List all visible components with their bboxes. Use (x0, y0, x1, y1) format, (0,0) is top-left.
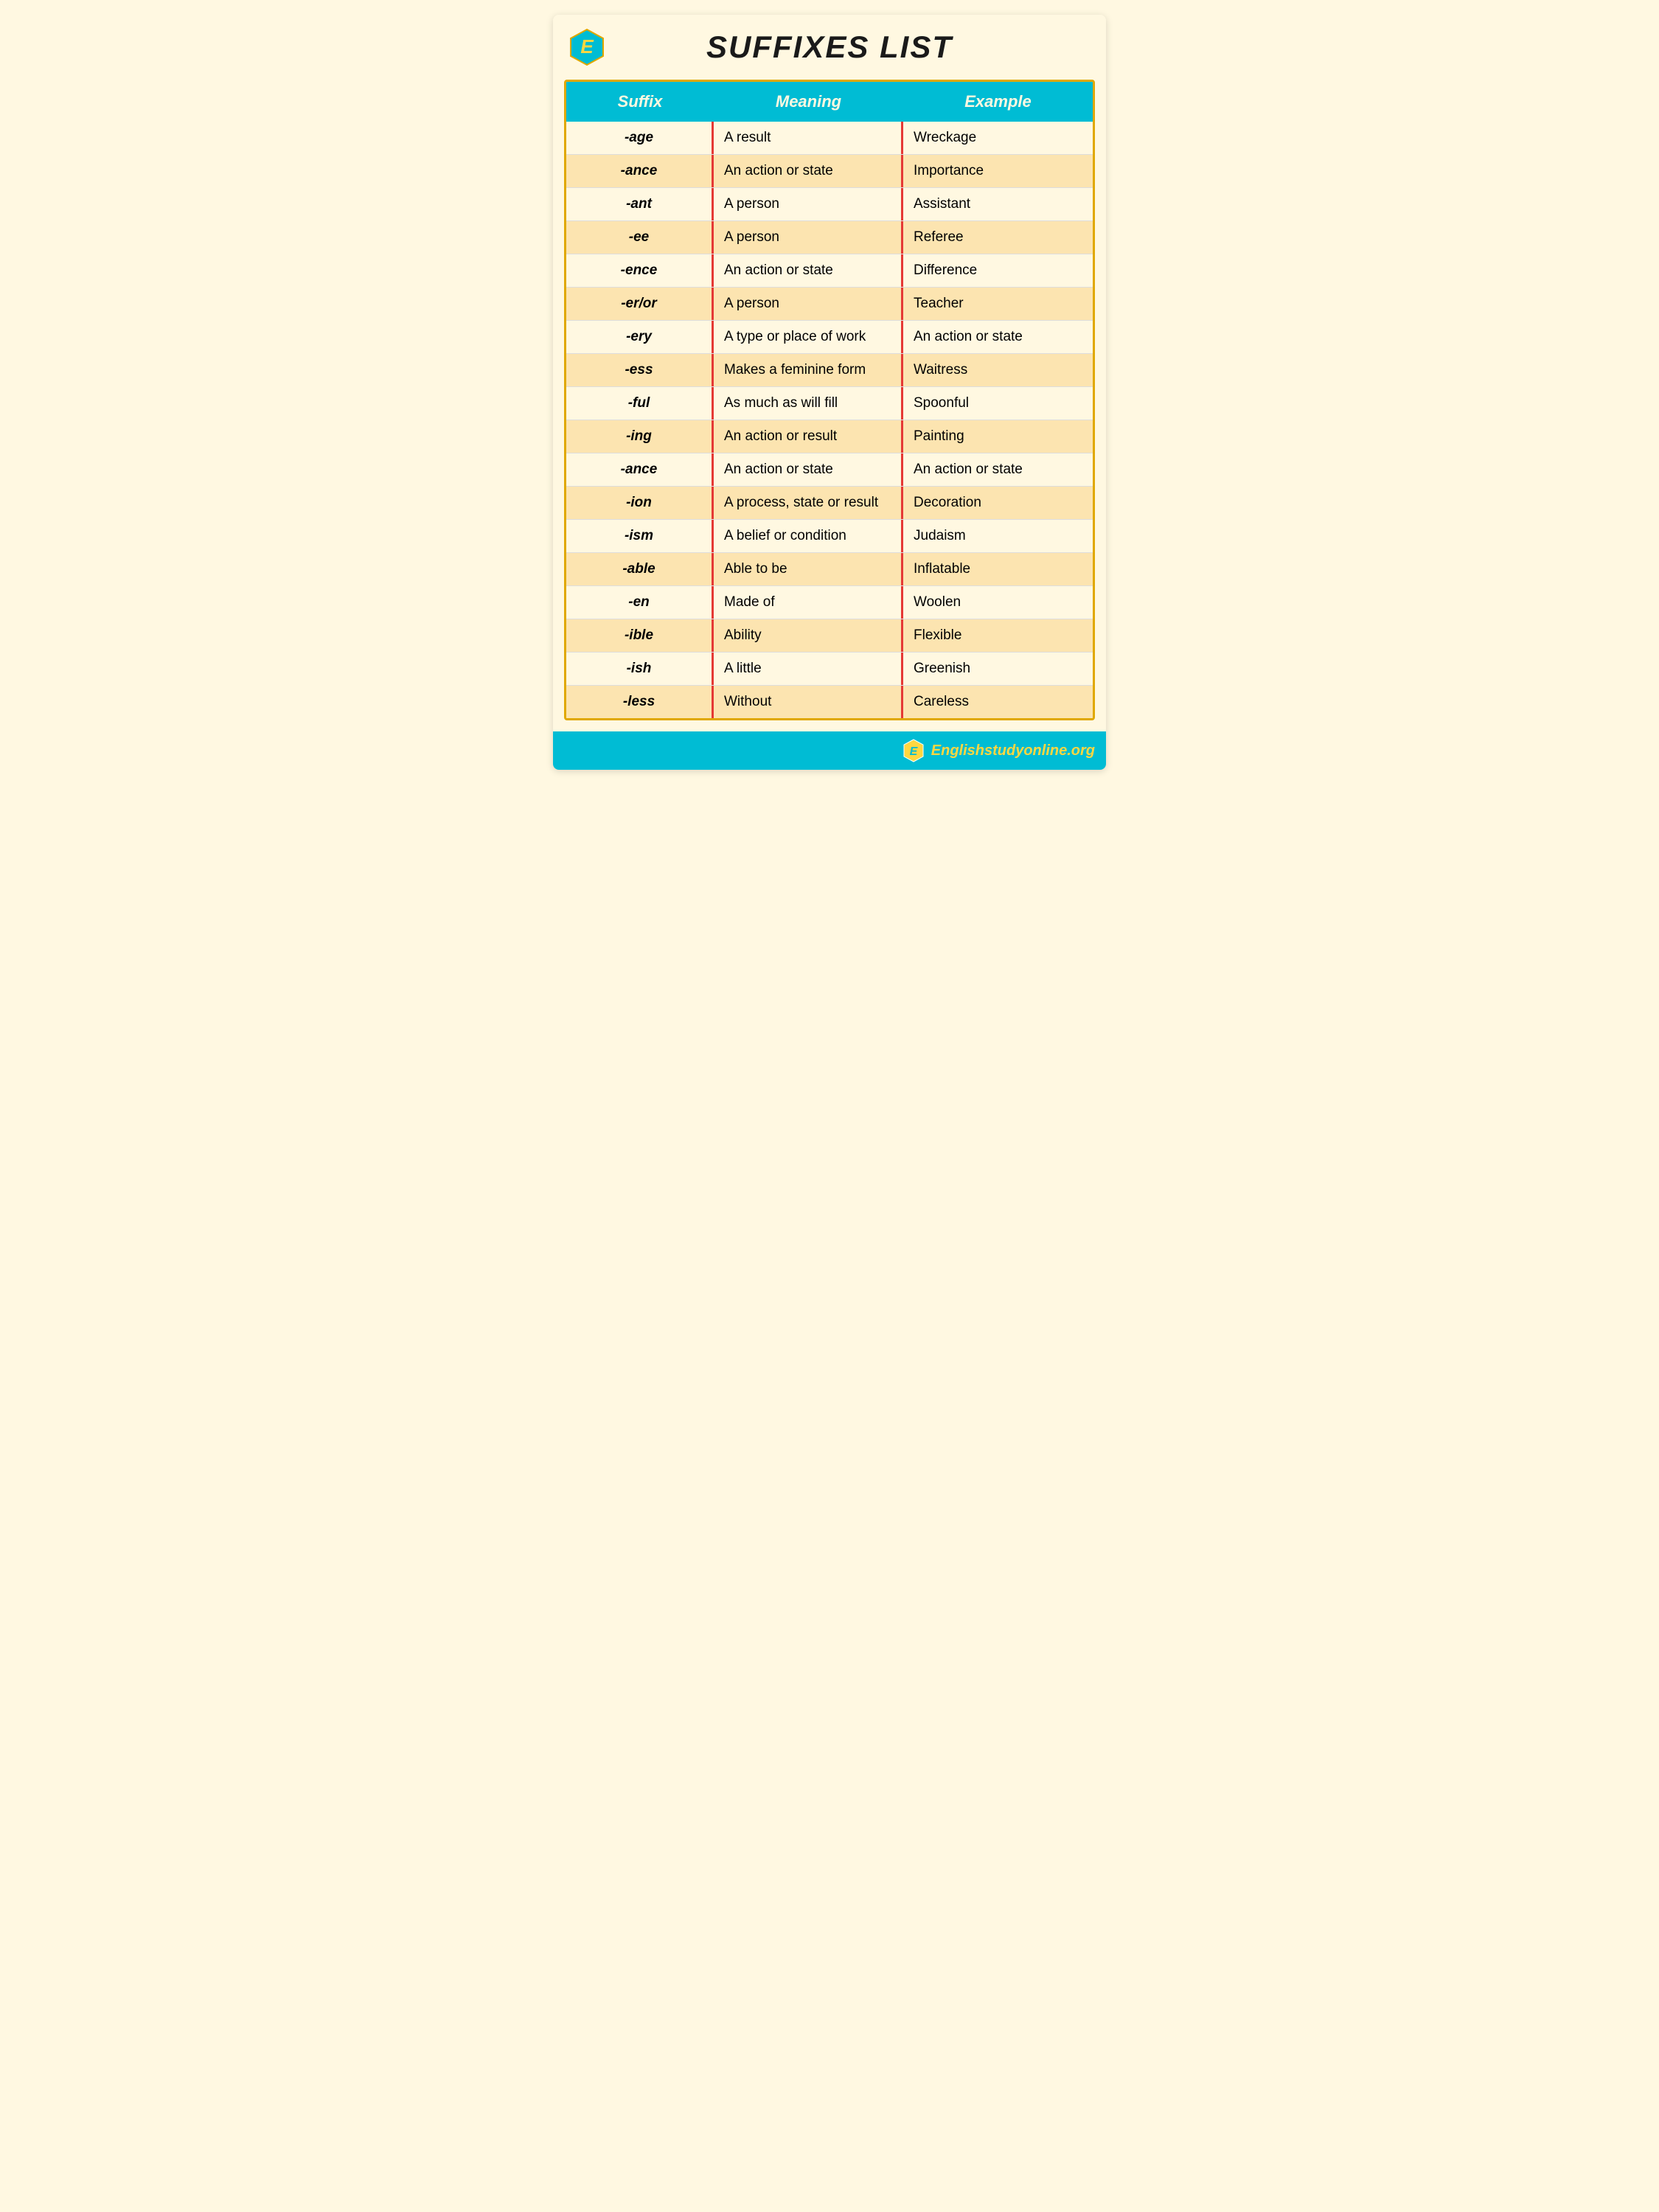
cell-meaning: A result (714, 122, 903, 154)
cell-example: Judaism (903, 520, 1093, 552)
cell-suffix: -less (566, 686, 714, 718)
cell-suffix: -en (566, 586, 714, 619)
cell-suffix: -ion (566, 487, 714, 519)
footer-domain: nglishstudyonline.org (941, 742, 1095, 759)
cell-example: Teacher (903, 288, 1093, 320)
cell-suffix: -able (566, 553, 714, 585)
table-row: -anceAn action or stateImportance (566, 155, 1093, 188)
col-header-example: Example (903, 82, 1093, 122)
footer-text: Englishstudyonline.org (931, 742, 1095, 759)
table-row: -ingAn action or resultPainting (566, 420, 1093, 453)
cell-suffix: -ee (566, 221, 714, 254)
cell-example: Difference (903, 254, 1093, 287)
table-row: -antA personAssistant (566, 188, 1093, 221)
cell-suffix: -ant (566, 188, 714, 220)
cell-example: Careless (903, 686, 1093, 718)
table-row: -eryA type or place of workAn action or … (566, 321, 1093, 354)
footer: E Englishstudyonline.org (553, 731, 1106, 770)
cell-meaning: A person (714, 221, 903, 254)
col-header-meaning: Meaning (714, 82, 903, 122)
col-header-suffix: Suffix (566, 82, 714, 122)
cell-example: Greenish (903, 653, 1093, 685)
cell-meaning: An action or state (714, 453, 903, 486)
cell-suffix: -ence (566, 254, 714, 287)
logo: E (568, 28, 606, 66)
table-row: -lessWithoutCareless (566, 686, 1093, 718)
cell-example: Importance (903, 155, 1093, 187)
footer-brand-letter: E (931, 742, 941, 759)
cell-meaning: A person (714, 188, 903, 220)
cell-meaning: Able to be (714, 553, 903, 585)
table-row: -ageA resultWreckage (566, 122, 1093, 155)
table-header: Suffix Meaning Example (566, 82, 1093, 122)
cell-suffix: -ism (566, 520, 714, 552)
cell-meaning: An action or state (714, 254, 903, 287)
page-container: E SUFFIXES LIST Suffix Meaning Example -… (553, 15, 1106, 770)
cell-suffix: -ance (566, 155, 714, 187)
cell-example: An action or state (903, 321, 1093, 353)
cell-example: Spoonful (903, 387, 1093, 420)
table-row: -fulAs much as will fillSpoonful (566, 387, 1093, 420)
cell-meaning: A belief or condition (714, 520, 903, 552)
cell-suffix: -ess (566, 354, 714, 386)
cell-suffix: -ing (566, 420, 714, 453)
table-row: -essMakes a feminine formWaitress (566, 354, 1093, 387)
cell-suffix: -ible (566, 619, 714, 652)
cell-meaning: An action or state (714, 155, 903, 187)
table-row: -ionA process, state or resultDecoration (566, 487, 1093, 520)
suffixes-table: Suffix Meaning Example -ageA resultWreck… (564, 80, 1095, 720)
cell-suffix: -er/or (566, 288, 714, 320)
cell-example: An action or state (903, 453, 1093, 486)
footer-logo-icon: E (902, 739, 925, 762)
cell-example: Flexible (903, 619, 1093, 652)
cell-suffix: -ful (566, 387, 714, 420)
cell-example: Assistant (903, 188, 1093, 220)
cell-suffix: -ery (566, 321, 714, 353)
cell-meaning: Made of (714, 586, 903, 619)
cell-example: Inflatable (903, 553, 1093, 585)
table-row: -ableAble to beInflatable (566, 553, 1093, 586)
cell-meaning: A type or place of work (714, 321, 903, 353)
table-row: -ibleAbilityFlexible (566, 619, 1093, 653)
table-row: -eeA personReferee (566, 221, 1093, 254)
cell-meaning: Ability (714, 619, 903, 652)
table-row: -ismA belief or conditionJudaism (566, 520, 1093, 553)
cell-meaning: Makes a feminine form (714, 354, 903, 386)
cell-meaning: A process, state or result (714, 487, 903, 519)
cell-meaning: A little (714, 653, 903, 685)
cell-example: Wreckage (903, 122, 1093, 154)
cell-example: Waitress (903, 354, 1093, 386)
cell-suffix: -ance (566, 453, 714, 486)
table-row: -enceAn action or stateDifference (566, 254, 1093, 288)
cell-example: Woolen (903, 586, 1093, 619)
table-body: -ageA resultWreckage-anceAn action or st… (566, 122, 1093, 718)
cell-example: Referee (903, 221, 1093, 254)
cell-suffix: -ish (566, 653, 714, 685)
table-row: -enMade ofWoolen (566, 586, 1093, 619)
cell-suffix: -age (566, 122, 714, 154)
page-title: SUFFIXES LIST (706, 29, 953, 65)
cell-example: Decoration (903, 487, 1093, 519)
cell-meaning: Without (714, 686, 903, 718)
table-row: -er/orA personTeacher (566, 288, 1093, 321)
cell-example: Painting (903, 420, 1093, 453)
svg-text:E: E (909, 745, 918, 758)
table-row: -anceAn action or stateAn action or stat… (566, 453, 1093, 487)
table-row: -ishA littleGreenish (566, 653, 1093, 686)
cell-meaning: A person (714, 288, 903, 320)
svg-text:E: E (580, 35, 594, 58)
cell-meaning: An action or result (714, 420, 903, 453)
cell-meaning: As much as will fill (714, 387, 903, 420)
header: E SUFFIXES LIST (553, 15, 1106, 72)
